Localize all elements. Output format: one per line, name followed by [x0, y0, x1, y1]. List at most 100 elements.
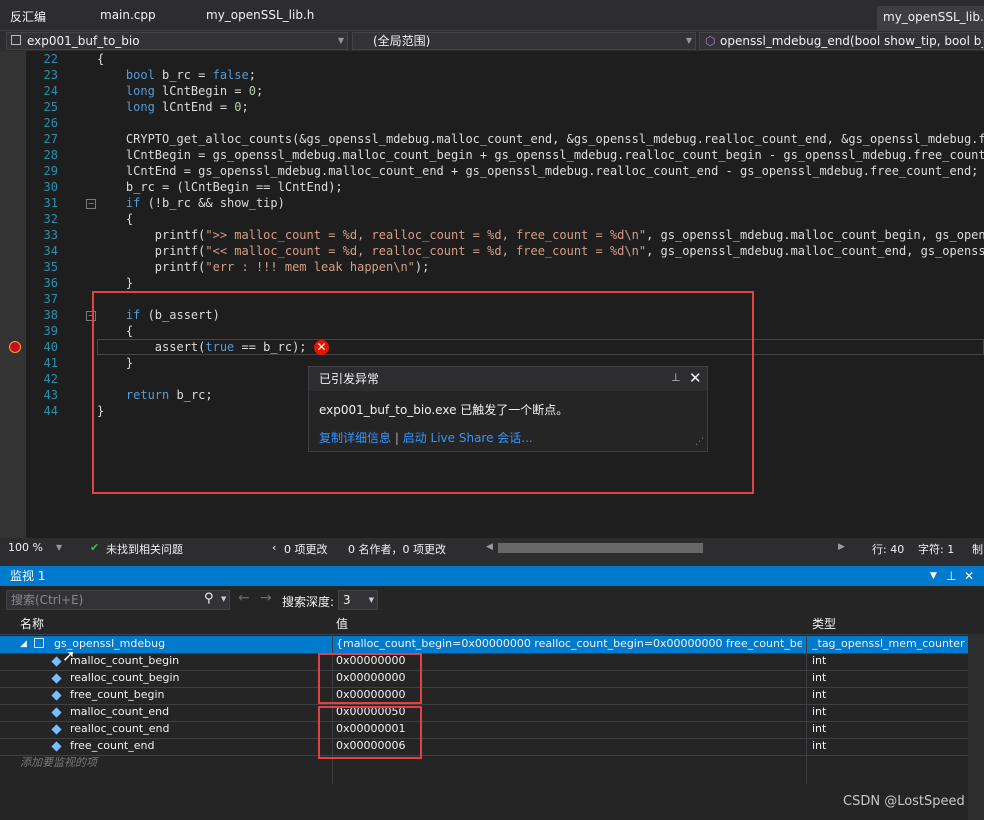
code-text: long lCntBegin = 0;: [125, 84, 264, 98]
code-line[interactable]: 24 long lCntBegin = 0;: [0, 83, 984, 99]
watch-name: realloc_count_begin: [70, 671, 180, 684]
code-line[interactable]: 36 }: [0, 275, 984, 291]
watch-row[interactable]: free_count_end 0x00000006 int: [0, 738, 968, 756]
line-number: 39: [43, 324, 58, 338]
watch-value[interactable]: {malloc_count_begin=0x00000000 realloc_c…: [336, 636, 802, 652]
watch-window-title: 监视 1 ▼ ⊥ ✕: [0, 566, 984, 586]
tab-my-openssl-lib-c[interactable]: my_openSSL_lib.c: [877, 6, 984, 30]
copy-details-link[interactable]: 复制详细信息: [319, 431, 391, 445]
code-text: bool b_rc = false;: [125, 68, 256, 82]
line-number: 41: [43, 356, 58, 370]
column-header-value[interactable]: 值: [336, 614, 348, 634]
watch-type: _tag_openssl_mem_counter: [812, 637, 965, 650]
field-icon: [51, 656, 62, 667]
watch-row[interactable]: malloc_count_begin 0x00000000 int: [0, 653, 968, 671]
line-number: 43: [43, 388, 58, 402]
line-number: 25: [43, 100, 58, 114]
column-header-type[interactable]: 类型: [812, 614, 836, 634]
watch-row[interactable]: free_count_begin 0x00000000 int: [0, 687, 968, 705]
code-text: b_rc = (lCntBegin == lCntEnd);: [97, 180, 343, 194]
watch-type: int: [812, 705, 827, 718]
code-line[interactable]: 26: [0, 115, 984, 131]
exception-links: 复制详细信息 | 启动 Live Share 会话...: [319, 429, 533, 446]
column-header-name[interactable]: 名称: [20, 614, 44, 634]
function-dropdown[interactable]: ⬡ openssl_mdebug_end(bool show_tip, bool…: [699, 32, 984, 50]
tab-my-openssl-lib-h[interactable]: my_openSSL_lib.h: [206, 8, 314, 22]
search-depth-label: 搜索深度:: [282, 595, 335, 609]
dropdown-icon[interactable]: ▼: [930, 566, 937, 586]
watch-row[interactable]: realloc_count_end 0x00000001 int: [0, 721, 968, 739]
code-line[interactable]: 32 {: [0, 211, 984, 227]
collapse-triangle-icon[interactable]: ◢: [20, 636, 27, 652]
status-extra: 制: [972, 543, 983, 556]
back-arrow-icon[interactable]: ←: [238, 590, 250, 606]
authors-count[interactable]: 0 名作者，0 项更改: [348, 541, 446, 557]
panel-divider[interactable]: [0, 558, 984, 566]
line-number: 28: [43, 148, 58, 162]
live-share-link[interactable]: 启动 Live Share 会话...: [403, 431, 533, 445]
chevron-down-icon[interactable]: ▼: [221, 595, 226, 603]
column-number: 字符: 1: [918, 543, 955, 556]
code-text: printf("<< malloc_count = %d, realloc_co…: [97, 244, 984, 258]
add-watch-row[interactable]: 添加要监视的项: [0, 755, 968, 772]
field-icon: [51, 690, 62, 701]
code-line[interactable]: 31 if (!b_rc && show_tip): [0, 195, 984, 211]
watch-type: int: [812, 671, 827, 684]
zoom-level[interactable]: 100 %: [8, 541, 43, 554]
code-line[interactable]: 35 printf("err : !!! mem leak happen\n")…: [0, 259, 984, 275]
code-line[interactable]: 28 lCntBegin = gs_openssl_mdebug.malloc_…: [0, 147, 984, 163]
exception-message: exp001_buf_to_bio.exe 已触发了一个断点。: [319, 403, 569, 417]
changes-count[interactable]: 0 项更改: [284, 541, 328, 557]
watch-row-parent[interactable]: ◢ gs_openssl_mdebug {malloc_count_begin=…: [0, 636, 968, 654]
watch-row[interactable]: realloc_count_begin 0x00000000 int: [0, 670, 968, 688]
search-icon[interactable]: ⚲: [204, 591, 214, 606]
watch-type: int: [812, 688, 827, 701]
project-dropdown[interactable]: exp001_buf_to_bio ▼: [6, 32, 348, 50]
issues-status[interactable]: 未找到相关问题: [106, 541, 183, 557]
tab-disassembly[interactable]: 反汇编: [10, 8, 46, 25]
code-line[interactable]: 25 long lCntEnd = 0;: [0, 99, 984, 115]
pin-icon[interactable]: ⊥: [946, 566, 956, 586]
fold-toggle-icon[interactable]: −: [86, 199, 96, 209]
code-line[interactable]: 34 printf("<< malloc_count = %d, realloc…: [0, 243, 984, 259]
watch-name: malloc_count_begin: [70, 654, 180, 667]
breakpoint-arrow-icon[interactable]: [9, 341, 21, 353]
code-line[interactable]: 33 printf(">> malloc_count = %d, realloc…: [0, 227, 984, 243]
scope-dropdown[interactable]: (全局范围) ▼: [352, 32, 696, 50]
resize-grip-icon[interactable]: ⋰: [695, 437, 704, 447]
code-editor[interactable]: 22{23 bool b_rc = false; 24 long lCntBegi…: [0, 51, 984, 538]
search-depth-select[interactable]: 3 ▼: [338, 590, 378, 610]
chevron-down-icon[interactable]: ▼: [56, 543, 62, 552]
line-number: 27: [43, 132, 58, 146]
vertical-scrollbar[interactable]: [968, 634, 984, 820]
close-icon[interactable]: ✕: [689, 369, 702, 387]
code-line[interactable]: 23 bool b_rc = false;: [0, 67, 984, 83]
watch-type: int: [812, 722, 827, 735]
watch-toolbar: 搜索(Ctrl+E) ⚲ ▼ ← → 搜索深度: 3 ▼: [0, 586, 984, 614]
watch-row[interactable]: malloc_count_end 0x00000050 int: [0, 704, 968, 722]
search-input[interactable]: 搜索(Ctrl+E): [6, 590, 230, 610]
line-number: 42: [43, 372, 58, 386]
field-icon: [51, 673, 62, 684]
horizontal-scrollbar-thumb[interactable]: [498, 543, 703, 553]
scope-name: (全局范围): [373, 34, 431, 48]
pin-icon[interactable]: ⊥: [671, 371, 681, 384]
code-text: {: [97, 52, 105, 66]
code-line[interactable]: 29 lCntEnd = gs_openssl_mdebug.malloc_co…: [0, 163, 984, 179]
scroll-right-icon[interactable]: ▶: [838, 542, 845, 552]
code-text: }: [97, 276, 134, 290]
code-line[interactable]: 22 {: [0, 51, 984, 67]
line-number: 29: [43, 164, 58, 178]
add-watch-placeholder[interactable]: 添加要监视的项: [20, 755, 97, 771]
scroll-left-icon[interactable]: ◀: [486, 542, 493, 552]
column-divider[interactable]: [806, 634, 807, 784]
code-line[interactable]: 27 CRYPTO_get_alloc_counts(&gs_openssl_m…: [0, 131, 984, 147]
code-line[interactable]: 30 b_rc = (lCntBegin == lCntEnd);: [0, 179, 984, 195]
code-text: {: [97, 212, 134, 226]
tab-main-cpp[interactable]: main.cpp: [100, 8, 156, 22]
close-icon[interactable]: ✕: [964, 566, 974, 586]
watch-type: int: [812, 654, 827, 667]
line-number: 30: [43, 180, 58, 194]
code-text: CRYPTO_get_alloc_counts(&gs_openssl_mdeb…: [97, 132, 984, 146]
forward-arrow-icon[interactable]: →: [260, 590, 272, 606]
